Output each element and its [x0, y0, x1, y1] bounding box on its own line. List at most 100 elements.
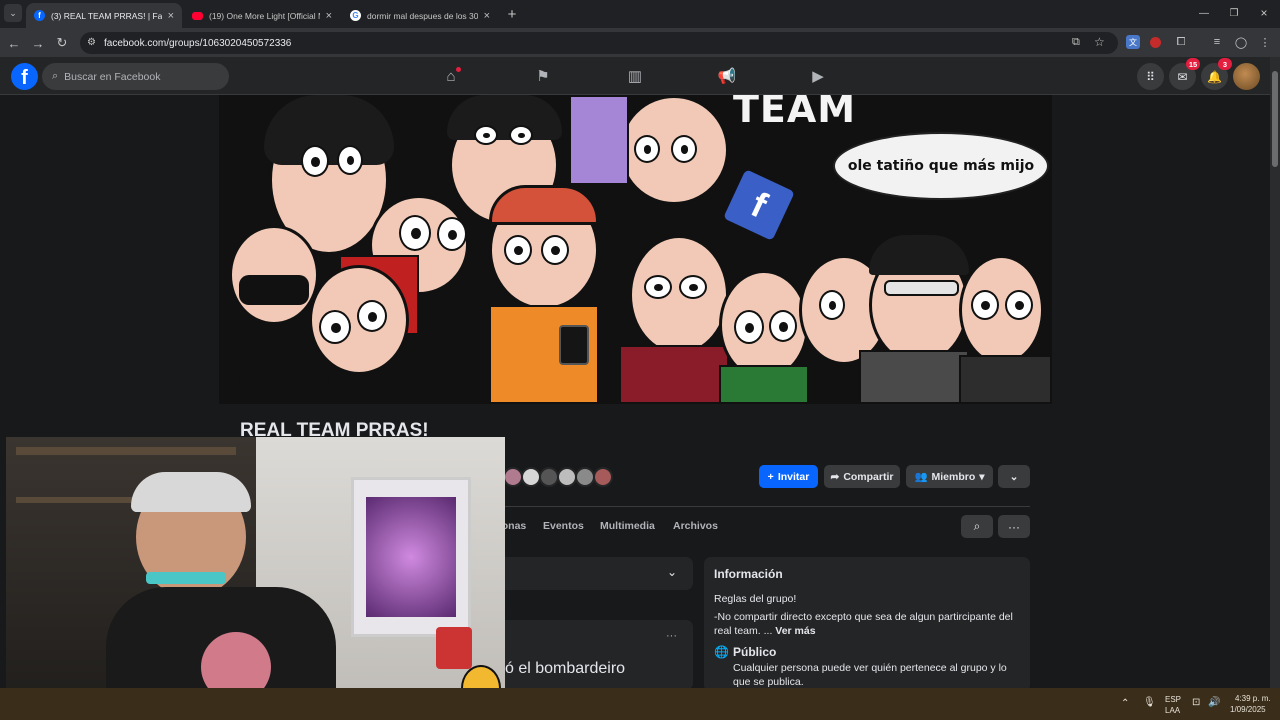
taskbar-time[interactable]: 4:39 p. m.: [1235, 694, 1271, 703]
tab-multimedia[interactable]: Multimedia: [600, 520, 655, 532]
invite-button[interactable]: + Invitar: [759, 465, 818, 488]
cartoon-eye: [671, 135, 697, 163]
cover-speech-bubble: ole tatiño que más mijo: [833, 132, 1049, 200]
cartoon-microphone-icon: [559, 325, 589, 365]
facebook-search-input[interactable]: ⌕ Buscar en Facebook: [42, 63, 229, 90]
invite-label: Invitar: [777, 470, 810, 483]
ads-megaphone-icon[interactable]: 📢: [717, 66, 737, 86]
share-button[interactable]: ➦ Compartir: [824, 465, 900, 488]
tab-title: dormir mal despues de los 30 años: [367, 10, 478, 21]
tab-facebook[interactable]: f (3) REAL TEAM PRRAS! | Facebook ×: [26, 3, 182, 28]
tab-google[interactable]: G dormir mal despues de los 30 años ×: [342, 3, 498, 28]
network-icon[interactable]: ⊡: [1192, 697, 1200, 708]
group-more-button[interactable]: ···: [998, 515, 1030, 538]
notifications-bell-icon[interactable]: 🔔 3: [1201, 58, 1232, 90]
search-placeholder: Buscar en Facebook: [64, 70, 161, 83]
member-avatar[interactable]: [503, 467, 523, 487]
red-extension-icon[interactable]: [1150, 37, 1161, 48]
tab-title: (19) One More Light [Official Music Vide…: [209, 10, 320, 21]
member-avatar[interactable]: [593, 467, 613, 487]
account-avatar[interactable]: [1233, 63, 1260, 90]
tab-archivos[interactable]: Archivos: [673, 520, 718, 532]
browser-toolbar: ← → ↻ ⚙ facebook.com/groups/106302045057…: [0, 28, 1280, 57]
member-avatar[interactable]: [521, 467, 541, 487]
cartoon-glasses: [884, 280, 959, 296]
back-arrow-icon[interactable]: ←: [4, 33, 24, 53]
install-app-icon[interactable]: ⧉: [1072, 36, 1080, 49]
post-more-dots-icon[interactable]: ···: [666, 630, 677, 642]
webcam-pc-lights: [366, 497, 456, 617]
tab-youtube[interactable]: (19) One More Light [Official Music Vide…: [184, 3, 340, 28]
member-avatar[interactable]: [575, 467, 595, 487]
microphone-icon[interactable]: 🎙: [1143, 697, 1156, 708]
cartoon-black-shirt: [959, 355, 1052, 404]
dashboard-icon[interactable]: ▥: [625, 66, 645, 86]
cartoon-eye: [734, 310, 764, 344]
tray-chevron-up-icon[interactable]: ⌃: [1121, 698, 1129, 709]
window-close-icon[interactable]: ×: [1254, 3, 1274, 23]
cartoon-eye: [971, 290, 999, 320]
cartoon-gray-shirt: [859, 350, 969, 404]
windows-taskbar: ⌃ 🎙 ESP LAA ⊡ 🔊 4:39 p. m. 1/09/2025: [0, 688, 1280, 720]
caret-down-icon: ▾: [979, 470, 985, 483]
extensions-puzzle-icon[interactable]: ⧠: [1174, 35, 1188, 49]
facebook-phone-icon: f: [719, 165, 799, 245]
menu-dots-icon[interactable]: ⋮: [1258, 35, 1272, 49]
reading-list-icon[interactable]: ≡: [1210, 35, 1224, 49]
maximize-icon[interactable]: ❐: [1224, 3, 1244, 23]
facebook-logo-icon[interactable]: f: [11, 63, 38, 90]
cartoon-eye: [819, 290, 845, 320]
language-bottom[interactable]: LAA: [1165, 706, 1180, 715]
cartoon-eye: [337, 145, 363, 175]
taskbar-date[interactable]: 1/09/2025: [1230, 705, 1266, 714]
cartoon-eye: [437, 217, 467, 251]
forward-arrow-icon[interactable]: →: [28, 33, 48, 53]
video-play-icon[interactable]: ▶: [808, 66, 828, 86]
cartoon-eye: [474, 125, 498, 145]
rules-text: -No compartir directo excepto que sea de…: [714, 610, 1014, 638]
reload-icon[interactable]: ↻: [52, 33, 72, 53]
menu-grid-icon[interactable]: ⠿: [1137, 63, 1164, 90]
minimize-icon[interactable]: —: [1194, 3, 1214, 23]
page-scrollbar[interactable]: [1270, 57, 1280, 688]
group-search-button[interactable]: ⌕: [961, 515, 993, 538]
search-icon: ⌕: [52, 70, 59, 82]
cartoon-character-hair: [447, 95, 562, 140]
language-top[interactable]: ESP: [1165, 695, 1181, 704]
chevron-down-icon[interactable]: ⌄: [667, 565, 677, 579]
see-more-link[interactable]: Ver más: [775, 625, 815, 637]
site-info-icon[interactable]: ⚙: [87, 37, 96, 48]
cartoon-eye: [644, 275, 672, 299]
info-title: Información: [714, 567, 783, 581]
close-icon[interactable]: ×: [168, 10, 174, 22]
tab-search-chevron-icon[interactable]: ⌄: [4, 4, 22, 22]
cartoon-eye: [399, 215, 431, 251]
members-icon: 👥: [914, 471, 928, 483]
more-options-button[interactable]: ⌄: [998, 465, 1030, 488]
address-bar[interactable]: ⚙ facebook.com/groups/1063020450572336 ⧉…: [80, 32, 1118, 54]
member-avatar[interactable]: [539, 467, 559, 487]
profile-icon[interactable]: ◯: [1234, 35, 1248, 49]
scrollbar-thumb[interactable]: [1272, 71, 1278, 167]
tab-eventos[interactable]: Eventos: [543, 520, 584, 532]
privacy-title: Público: [733, 645, 777, 659]
member-label: Miembro: [931, 470, 976, 483]
cartoon-character-hair: [869, 235, 969, 275]
member-button[interactable]: 👥 Miembro ▾: [906, 465, 993, 488]
facebook-icon: f: [34, 10, 45, 21]
privacy-description: Cualquier persona puede ver quién perten…: [733, 662, 1007, 688]
volume-icon[interactable]: 🔊: [1208, 697, 1220, 708]
messenger-icon[interactable]: ✉ 15: [1169, 58, 1200, 90]
tab-title: (3) REAL TEAM PRRAS! | Facebook: [51, 10, 162, 21]
home-icon[interactable]: ⌂: [441, 66, 461, 86]
member-avatar[interactable]: [557, 467, 577, 487]
new-tab-plus-icon[interactable]: +: [502, 4, 522, 24]
bookmark-star-icon[interactable]: ☆: [1094, 35, 1105, 49]
close-icon[interactable]: ×: [484, 10, 490, 22]
cartoon-eye: [301, 145, 329, 177]
pages-flag-icon[interactable]: ⚑: [533, 66, 553, 86]
translate-extension-icon[interactable]: 文: [1126, 35, 1140, 49]
close-icon[interactable]: ×: [326, 10, 332, 22]
rules-body: -No compartir directo excepto que sea de…: [714, 611, 1013, 637]
webcam-red-mug: [436, 627, 472, 669]
